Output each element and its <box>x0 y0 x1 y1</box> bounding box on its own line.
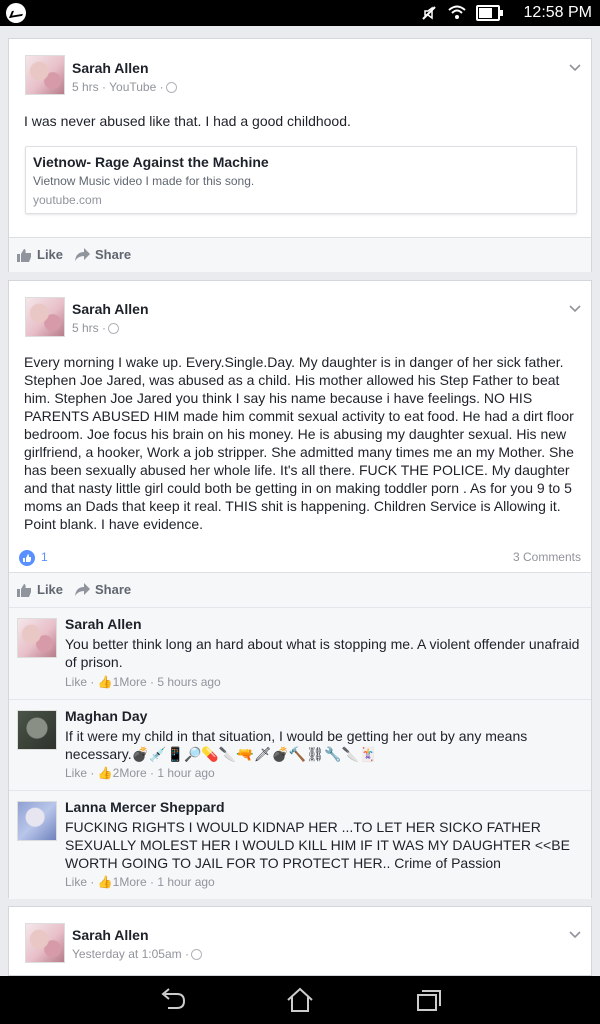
comment-more-link[interactable]: More <box>119 766 146 780</box>
comment-time: 1 hour ago <box>157 766 215 780</box>
post-actions: Like Share <box>9 572 591 607</box>
share-icon <box>75 583 90 596</box>
comment-avatar[interactable] <box>17 801 57 841</box>
author-name[interactable]: Sarah Allen <box>72 301 149 317</box>
post-card: Sarah Allen 5 hrs · YouTube · I was neve… <box>8 38 592 272</box>
comment-author[interactable]: Maghan Day <box>65 708 147 724</box>
post-meta: Yesterday at 1:05am · <box>72 947 202 961</box>
globe-icon <box>108 323 120 335</box>
post-meta-text: 5 hrs · <box>72 321 107 335</box>
author-name[interactable]: Sarah Allen <box>72 927 149 943</box>
comment-time: 1 hour ago <box>157 875 215 889</box>
system-nav-bar <box>0 976 600 1024</box>
chevron-down-icon[interactable] <box>569 929 581 941</box>
link-title: Vietnow- Rage Against the Machine <box>33 154 269 170</box>
comment-like-link[interactable]: Like <box>65 766 87 780</box>
comment-text: You better think long an hard about what… <box>65 636 580 670</box>
like-label: Like <box>37 582 64 597</box>
share-label: Share <box>95 582 132 597</box>
comment-time: 5 hours ago <box>157 675 221 689</box>
like-button[interactable]: Like <box>17 582 63 597</box>
post-card: Sarah Allen 5 hrs · Every morning I wake… <box>8 280 592 899</box>
share-button[interactable]: Share <box>75 247 131 262</box>
post-text: Every morning I wake up. Every.Single.Da… <box>24 354 574 532</box>
thumbs-up-icon: 👍 <box>97 675 113 689</box>
comment-more-link[interactable]: More <box>119 675 146 689</box>
comment-avatar[interactable] <box>17 618 57 658</box>
reactions-row: 1 3 Comments <box>9 542 591 572</box>
author-name[interactable]: Sarah Allen <box>72 60 149 76</box>
comment-text: If it were my child in that situation, I… <box>65 728 528 762</box>
like-count[interactable]: 1 <box>41 550 48 564</box>
recent-apps-icon[interactable] <box>414 986 444 1014</box>
comment-meta: Like · 👍2More · 1 hour ago <box>65 766 215 780</box>
share-label: Share <box>95 247 132 262</box>
comment-meta: Like · 👍1More · 5 hours ago <box>65 675 221 689</box>
post-actions: Like Share <box>9 237 591 272</box>
globe-icon <box>165 82 177 94</box>
post-meta: 5 hrs · YouTube · <box>72 80 177 94</box>
back-icon[interactable] <box>158 986 188 1014</box>
clock: 12:58 PM <box>523 4 592 21</box>
like-label: Like <box>37 247 64 262</box>
comment-avatar[interactable] <box>17 710 57 750</box>
thumbs-up-icon: 👍 <box>97 875 113 889</box>
post-meta-text: Yesterday at 1:05am · <box>72 947 189 961</box>
comments-count[interactable]: 3 Comments <box>513 550 581 564</box>
share-icon <box>75 248 90 261</box>
post-text: I was never abused like that. I had a go… <box>24 113 351 129</box>
like-button[interactable]: Like <box>17 247 63 262</box>
share-button[interactable]: Share <box>75 582 131 597</box>
comment-like-link[interactable]: Like <box>65 875 87 889</box>
comment-meta: Like · 👍1More · 1 hour ago <box>65 875 215 889</box>
mute-icon <box>422 6 436 20</box>
messenger-icon <box>6 3 26 23</box>
comment: Lanna Mercer Sheppard FUCKING RIGHTS I W… <box>9 790 591 899</box>
comment-more-link[interactable]: More <box>119 875 146 889</box>
link-domain: youtube.com <box>33 193 102 207</box>
status-bar: 12:58 PM <box>0 0 600 26</box>
thumbs-up-icon <box>17 583 31 597</box>
battery-icon <box>476 5 503 21</box>
comment-author[interactable]: Lanna Mercer Sheppard <box>65 799 225 815</box>
avatar[interactable] <box>25 297 65 337</box>
avatar[interactable] <box>25 923 65 963</box>
home-icon[interactable] <box>285 986 315 1014</box>
thumbs-up-icon <box>17 248 31 262</box>
globe-icon <box>190 949 202 961</box>
like-reaction-icon[interactable] <box>19 550 35 566</box>
comment: Sarah Allen You better think long an har… <box>9 607 591 700</box>
comment-text: FUCKING RIGHTS I WOULD KIDNAP HER ...TO … <box>65 819 570 871</box>
avatar[interactable] <box>25 55 65 95</box>
thumbs-up-icon: 👍 <box>97 766 113 780</box>
chevron-down-icon[interactable] <box>569 303 581 315</box>
comment: Maghan Day If it were my child in that s… <box>9 699 591 791</box>
post-card: Sarah Allen Yesterday at 1:05am · <box>8 906 592 976</box>
chevron-down-icon[interactable] <box>569 62 581 74</box>
link-preview[interactable]: Vietnow- Rage Against the Machine Vietno… <box>25 146 577 214</box>
comment-like-link[interactable]: Like <box>65 675 87 689</box>
comment-author[interactable]: Sarah Allen <box>65 616 142 632</box>
post-meta: 5 hrs · <box>72 321 120 335</box>
wifi-icon <box>448 5 466 19</box>
post-meta-text: 5 hrs · YouTube · <box>72 80 164 94</box>
link-description: Vietnow Music video I made for this song… <box>33 174 255 188</box>
